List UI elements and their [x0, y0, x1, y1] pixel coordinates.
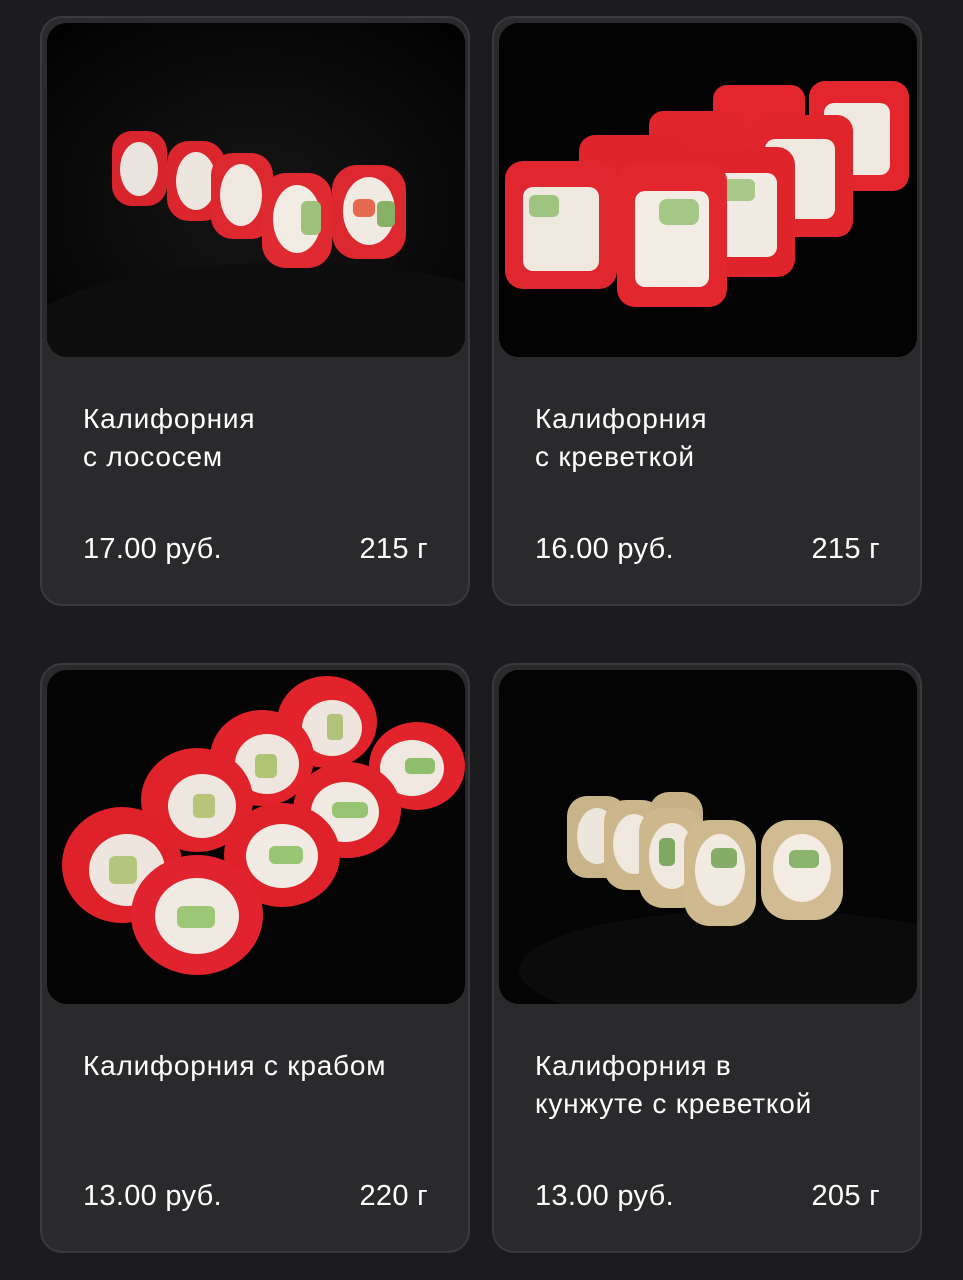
product-weight: 215 г — [359, 533, 428, 565]
product-weight: 205 г — [811, 1180, 880, 1212]
product-photo — [499, 670, 917, 1004]
product-price: 13.00 руб. — [83, 1180, 222, 1212]
product-price: 16.00 руб. — [535, 533, 674, 565]
product-weight: 220 г — [359, 1180, 428, 1212]
product-card[interactable]: Калифорния в кунжуте с креветкой 13.00 р… — [492, 663, 922, 1253]
california-sesame-shrimp-roll-photo — [499, 670, 917, 1004]
product-photo — [47, 670, 465, 1004]
product-price: 13.00 руб. — [535, 1180, 674, 1212]
product-name: Калифорния в кунжуте с креветкой — [535, 1050, 813, 1119]
california-salmon-roll-photo — [47, 23, 465, 357]
product-name: Калифорния с лососем — [83, 403, 256, 472]
product-card[interactable]: Калифорния с креветкой 16.00 руб. 215 г — [492, 16, 922, 606]
product-card[interactable]: Калифорния с крабом 13.00 руб. 220 г — [40, 663, 470, 1253]
product-weight: 215 г — [811, 533, 880, 565]
california-crab-roll-photo — [47, 670, 465, 1004]
product-name: Калифорния с креветкой — [535, 403, 708, 472]
california-shrimp-roll-photo — [499, 23, 917, 357]
product-price: 17.00 руб. — [83, 533, 222, 565]
product-photo — [499, 23, 917, 357]
product-card[interactable]: Калифорния с лососем 17.00 руб. 215 г — [40, 16, 470, 606]
product-name: Калифорния с крабом — [83, 1050, 387, 1081]
product-photo — [47, 23, 465, 357]
